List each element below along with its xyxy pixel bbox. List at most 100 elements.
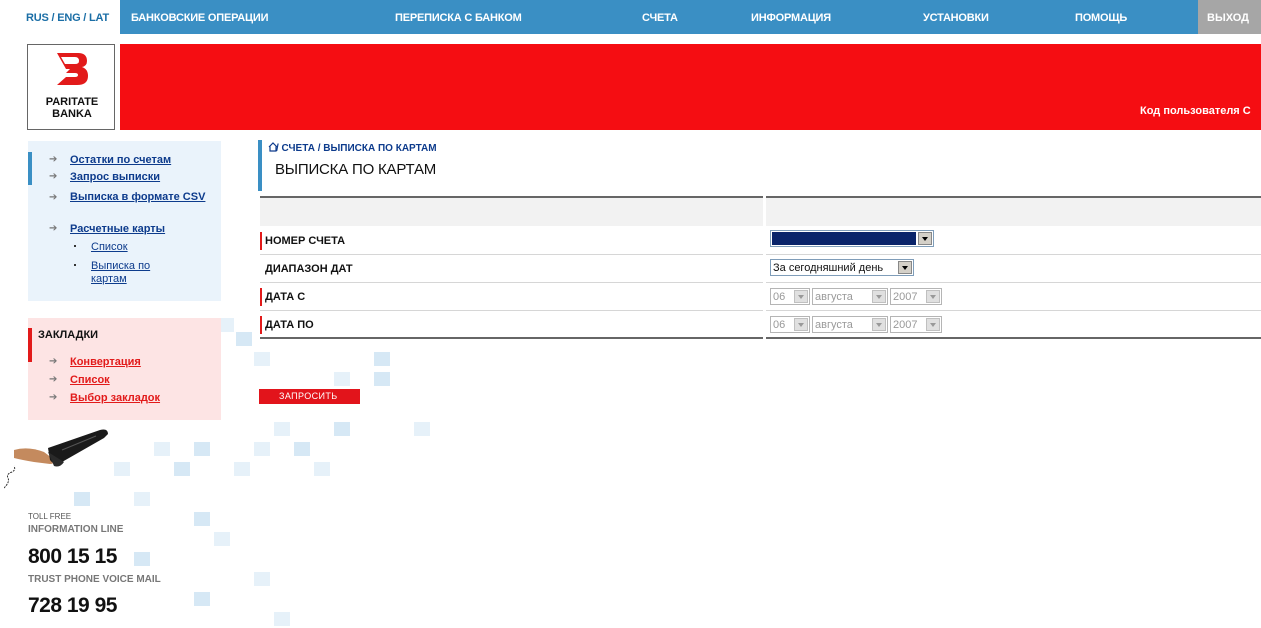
bookmarks-panel: ЗАКЛАДКИ ➔ Конвертация ➔ Список ➔ Выбор … [28,318,221,420]
form-header-right [766,196,1261,226]
bookmark-select[interactable]: Выбор закладок [70,392,160,404]
bank-logo[interactable]: PARITATE BANKA [27,44,115,130]
from-day-value: 06 [773,291,786,303]
decor-tile [236,332,252,346]
form-row-account: НОМЕР СЧЕТА [260,227,1261,255]
to-year-select[interactable]: 2007 [890,316,942,333]
decor-tile [194,442,210,456]
date-from-label: ДАТА С [265,291,306,303]
date-range-label: ДИАПАЗОН ДАТ [265,263,353,275]
sidebar-item-statement-request[interactable]: Запрос выписки [70,171,160,183]
menu-banking-operations[interactable]: БАНКОВСКИЕ ОПЕРАЦИИ [131,12,268,24]
required-marker [260,316,262,334]
title-accent-bar [258,140,262,191]
logo-text: PARITATE BANKA [45,96,99,120]
account-label: НОМЕР СЧЕТА [265,235,346,247]
date-to-label: ДАТА ПО [265,319,314,331]
page-title: ВЫПИСКА ПО КАРТАМ [275,161,437,178]
form-row-date-to: ДАТА ПО [260,311,1261,339]
decor-tile [374,352,390,366]
date-range-select[interactable]: За сегодняшний день [770,259,914,276]
sidebar-accent-bar [28,152,32,185]
arrow-right-icon: ➔ [49,171,58,182]
top-navigation: RUS / ENG / LAT БАНКОВСКИЕ ОПЕРАЦИИ ПЕРЕ… [0,0,1261,34]
header-banner: Код пользователя С [120,44,1261,130]
required-marker [260,288,262,306]
exit-label: ВЫХОД [1207,12,1250,24]
decor-tile [234,462,250,476]
decor-tile [254,572,270,586]
to-day-select[interactable]: 06 [770,316,810,333]
chevron-down-icon [872,290,886,303]
chevron-down-icon [794,318,808,331]
decor-tile [274,612,290,626]
request-button[interactable]: ЗАПРОСИТЬ [259,389,360,404]
menu-accounts[interactable]: СЧЕТА [642,12,678,24]
toll-free-label: TOLL FREE [28,512,72,521]
to-month-value: августа [815,319,853,331]
arrow-right-icon: ➔ [49,154,58,165]
sidebar-item-csv-statement[interactable]: Выписка в формате CSV [70,191,210,203]
decor-tile [334,422,350,436]
voice-mail-label: TRUST PHONE VOICE MAIL [28,574,161,585]
paritate-logo-icon [57,53,88,85]
from-day-select[interactable]: 06 [770,288,810,305]
sidebar-subitem-card-statement[interactable]: Выписка по картам [91,260,175,286]
sidebar-menu: ➔ Остатки по счетам ➔ Запрос выписки ➔ В… [28,141,221,301]
chevron-down-icon [898,261,912,274]
decor-tile [274,422,290,436]
sidebar-item-balances[interactable]: Остатки по счетам [70,154,171,166]
user-code-label: Код пользователя С [1140,105,1251,117]
to-month-select[interactable]: августа [812,316,888,333]
column-divider [763,283,766,311]
from-year-select[interactable]: 2007 [890,288,942,305]
bookmark-conversion[interactable]: Конвертация [70,356,141,368]
sidebar-subitem-list[interactable]: Список [91,241,128,254]
language-switcher[interactable]: RUS / ENG / LAT [26,12,109,24]
decor-tile [154,442,170,456]
chevron-down-icon [794,290,808,303]
from-month-select[interactable]: августа [812,288,888,305]
date-range-value: За сегодняшний день [773,262,884,274]
bookmarks-title: ЗАКЛАДКИ [38,329,99,341]
decor-tile [254,352,270,366]
required-marker [260,232,262,250]
decor-tile [114,462,130,476]
menu-information[interactable]: ИНФОРМАЦИЯ [751,12,831,24]
decor-tile [194,592,210,606]
chevron-down-icon [926,318,940,331]
to-year-value: 2007 [893,319,918,331]
arrow-right-icon: ➔ [49,223,58,234]
column-divider [763,311,766,339]
arrow-right-icon: ➔ [49,392,58,403]
arrow-right-icon: ➔ [49,192,58,203]
decor-tile [194,512,210,526]
chevron-down-icon [872,318,886,331]
arrow-right-icon: ➔ [49,374,58,385]
menu-help[interactable]: ПОМОЩЬ [1075,12,1127,24]
decor-tile [314,462,330,476]
sidebar-item-payment-cards[interactable]: Расчетные карты [70,223,165,235]
account-select[interactable] [770,230,934,247]
decor-tile [214,532,230,546]
information-line-label: INFORMATION LINE [28,524,124,535]
form-row-date-range: ДИАПАЗОН ДАТ [260,255,1261,283]
decor-tile [174,462,190,476]
menu-bank-correspondence[interactable]: ПЕРЕПИСКА С БАНКОМ [395,12,522,24]
bullet-icon [74,245,76,247]
form-row-date-from: ДАТА С [260,283,1261,311]
decor-tile [134,552,150,566]
arrow-right-icon: ➔ [49,356,58,367]
decor-tile [334,372,350,386]
bullet-icon [74,264,76,266]
form-header-left [260,196,763,226]
exit-button[interactable]: ВЫХОД [1198,0,1261,34]
breadcrumb[interactable]: / СЧЕТА / ВЫПИСКА ПО КАРТАМ [276,143,437,154]
decor-tile [374,372,390,386]
menu-settings[interactable]: УСТАНОВКИ [923,12,989,24]
bookmark-list[interactable]: Список [70,374,110,386]
information-line-phone: 800 15 15 [28,545,117,568]
column-divider [763,255,766,283]
chevron-down-icon [918,232,932,245]
voice-mail-phone: 728 19 95 [28,594,117,617]
